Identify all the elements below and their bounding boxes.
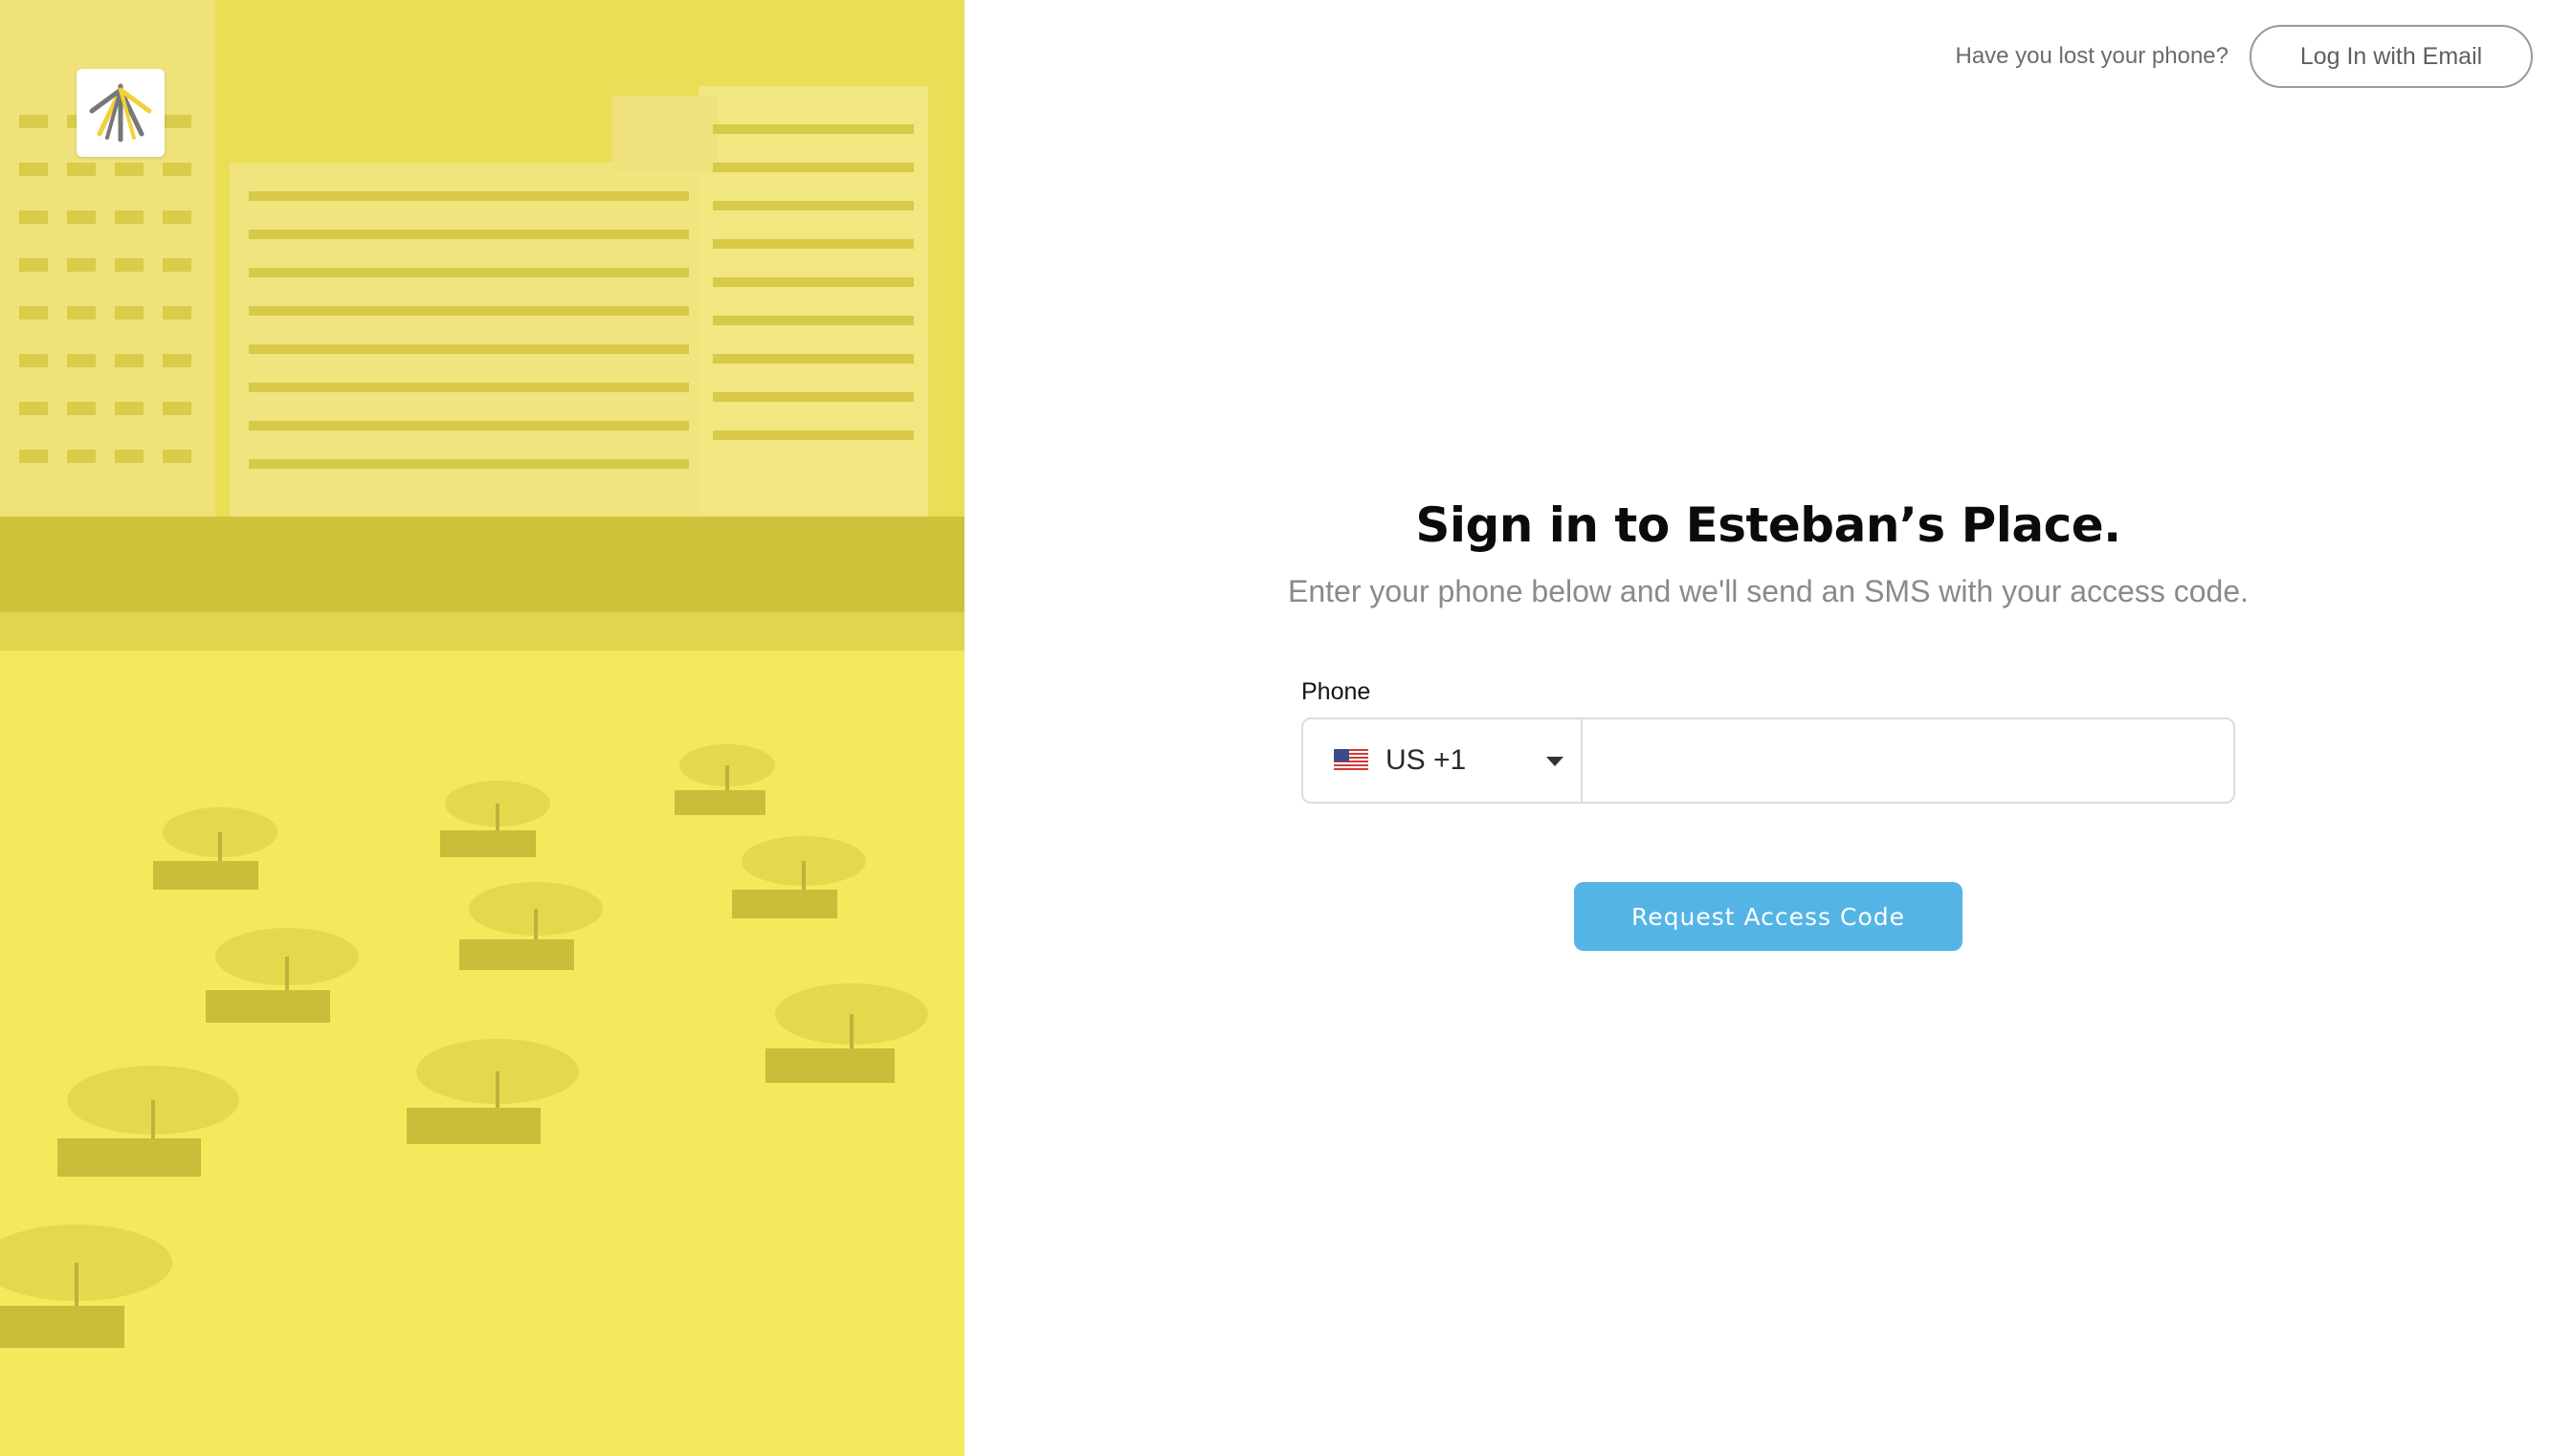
umbrella-logo-glyph bbox=[89, 83, 152, 143]
hero-panel bbox=[0, 0, 964, 1456]
sign-in-form: Sign in to Esteban’s Place. Enter your p… bbox=[964, 497, 2572, 951]
page-subtitle: Enter your phone below and we'll send an… bbox=[1288, 574, 2249, 608]
top-bar: Have you lost your phone? Log In with Em… bbox=[1955, 24, 2533, 89]
phone-field: Phone US +1 bbox=[1301, 678, 2235, 804]
phone-input-group: US +1 bbox=[1301, 717, 2235, 804]
log-in-with-email-button[interactable]: Log In with Email bbox=[2250, 25, 2533, 88]
lost-phone-text: Have you lost your phone? bbox=[1955, 43, 2228, 69]
page-title: Sign in to Esteban’s Place. bbox=[1415, 497, 2121, 553]
beach-hotel-photo bbox=[0, 0, 964, 1456]
country-code-select[interactable]: US +1 bbox=[1303, 719, 1583, 802]
chevron-down-icon bbox=[1546, 757, 1563, 766]
phone-number-input[interactable] bbox=[1583, 719, 2233, 802]
umbrella-logo-icon[interactable] bbox=[77, 69, 165, 157]
phone-label: Phone bbox=[1301, 678, 1371, 705]
country-code-value: US +1 bbox=[1386, 744, 1467, 776]
request-access-code-button[interactable]: Request Access Code bbox=[1574, 882, 1962, 951]
us-flag-icon bbox=[1334, 749, 1368, 772]
